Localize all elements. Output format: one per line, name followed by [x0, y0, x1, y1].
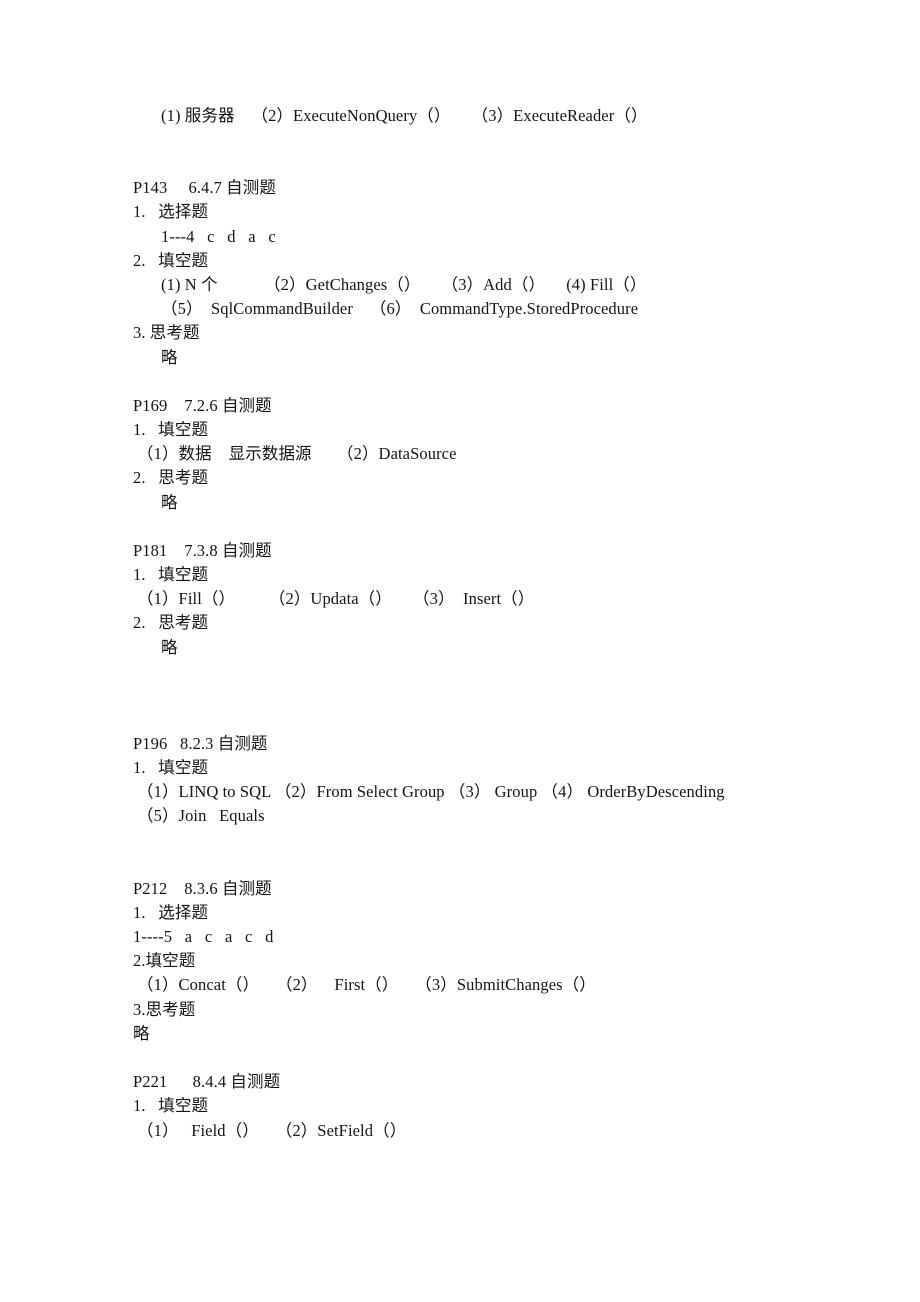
- section-p196: P196 8.2.3 自测题 1. 填空题 （1）LINQ to SQL （2）…: [133, 732, 788, 829]
- answer-line: （5）Join Equals: [137, 806, 265, 826]
- answer-line: 3.思考题: [133, 999, 196, 1019]
- answer-line: 2.填空题: [133, 951, 196, 971]
- section-p169: P169 7.2.6 自测题 1. 填空题 （1）数据 显示数据源 （2）Dat…: [133, 394, 788, 515]
- answer-line: 2. 填空题: [133, 250, 209, 270]
- answer-line: （1）数据 显示数据源 （2）DataSource: [137, 444, 457, 464]
- answer-line: 1. 填空题: [133, 420, 209, 440]
- answer-line: 1. 选择题: [133, 202, 209, 222]
- answer-line: 1. 填空题: [133, 758, 209, 778]
- answer-line: 略: [161, 637, 178, 657]
- answer-line: （1）Concat（） （2） First（） （3）SubmitChanges…: [137, 975, 596, 995]
- answer-line: 略: [161, 347, 178, 367]
- section-p221: P221 8.4.4 自测题 1. 填空题 （1） Field（） （2）Set…: [133, 1070, 788, 1143]
- section-heading: P169 7.2.6 自测题: [133, 395, 272, 415]
- answer-line: 1---4 c d a c: [161, 226, 276, 246]
- answer-line: 略: [133, 1023, 150, 1043]
- document-body: (1) 服务器 （2）ExecuteNonQuery（） （3）ExecuteR…: [133, 104, 788, 1143]
- section-heading: P221 8.4.4 自测题: [133, 1072, 281, 1092]
- answer-line: 1. 选择题: [133, 902, 209, 922]
- block-intro-answers: (1) 服务器 （2）ExecuteNonQuery（） （3）ExecuteR…: [133, 104, 788, 128]
- section-heading: P196 8.2.3 自测题: [133, 733, 268, 753]
- answer-line: 2. 思考题: [133, 468, 209, 488]
- answer-line: （1） Field（） （2）SetField（）: [137, 1120, 407, 1140]
- section-heading: P212 8.3.6 自测题: [133, 878, 272, 898]
- answer-line: 3. 思考题: [133, 323, 200, 343]
- answer-line: 略: [161, 492, 178, 512]
- answer-line: （5） SqlCommandBuilder （6） CommandType.St…: [161, 299, 639, 319]
- section-heading: P181 7.3.8 自测题: [133, 540, 272, 560]
- document-page: (1) 服务器 （2）ExecuteNonQuery（） （3）ExecuteR…: [0, 0, 920, 1302]
- section-p143: P143 6.4.7 自测题 1. 选择题 1---4 c d a c 2. 填…: [133, 176, 788, 370]
- section-p181: P181 7.3.8 自测题 1. 填空题 （1）Fill（） （2）Updat…: [133, 539, 788, 660]
- answer-line: 1. 填空题: [133, 1096, 209, 1116]
- section-heading: P143 6.4.7 自测题: [133, 178, 276, 198]
- answer-line: 1----5 a c a c d: [133, 927, 274, 947]
- answer-line: （1）LINQ to SQL （2）From Select Group （3） …: [137, 782, 725, 802]
- answer-line: 1. 填空题: [133, 565, 209, 585]
- section-p212: P212 8.3.6 自测题 1. 选择题 1----5 a c a c d 2…: [133, 877, 788, 1046]
- answer-line: 2. 思考题: [133, 613, 209, 633]
- answer-line: (1) 服务器 （2）ExecuteNonQuery（） （3）ExecuteR…: [161, 106, 648, 125]
- answer-line: (1) N 个 （2）GetChanges（） （3）Add（） (4) Fil…: [161, 275, 647, 295]
- answer-line: （1）Fill（） （2）Updata（） （3） Insert（）: [137, 589, 535, 609]
